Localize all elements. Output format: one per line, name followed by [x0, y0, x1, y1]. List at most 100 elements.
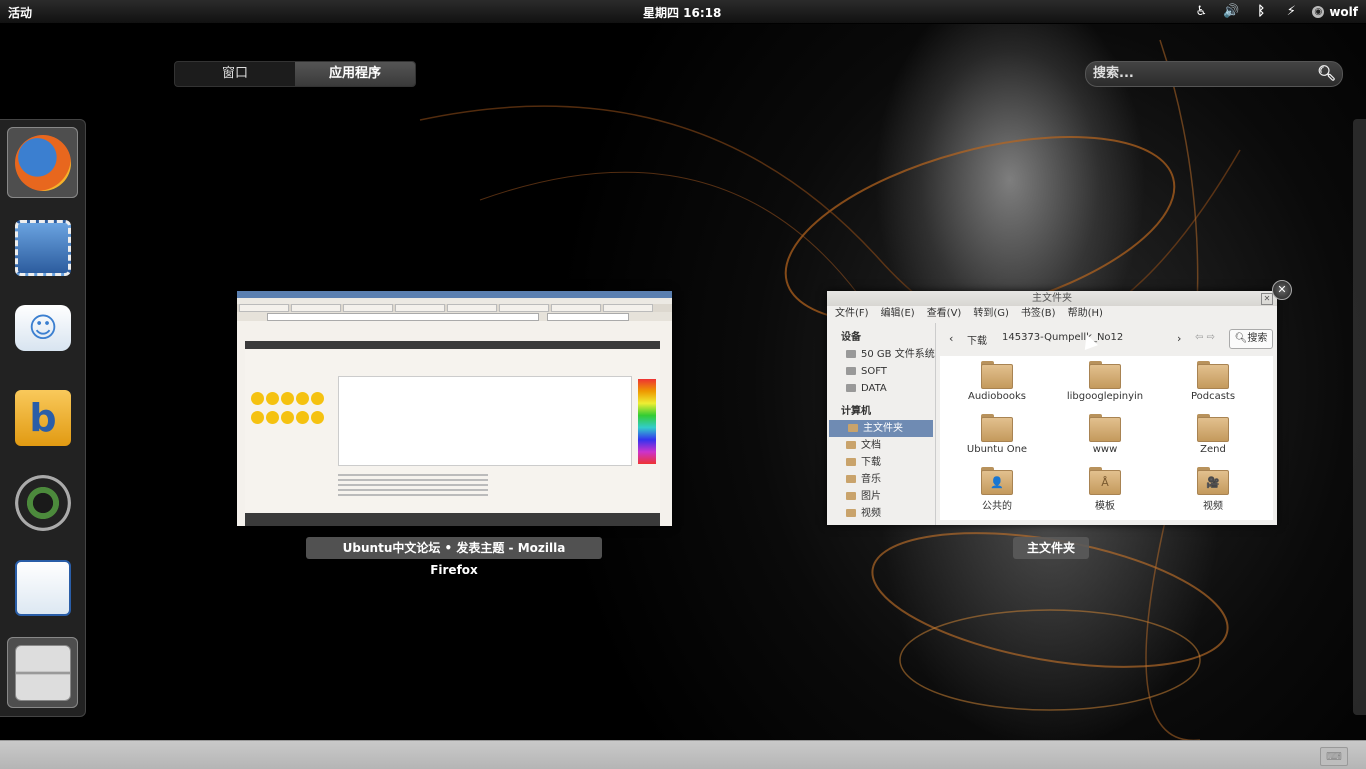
menu-help[interactable]: 帮助(H)	[1068, 306, 1103, 322]
firefox-window-thumbnail[interactable]	[237, 291, 672, 526]
system-tray: ♿ 🔊 ᛒ ⚡ ◉ wolf	[1186, 2, 1359, 21]
nautilus-window-thumbnail[interactable]: 主文件夹 ✕ 文件(F) 编辑(E) 查看(V) 转到(G) 书签(B) 帮助(…	[827, 291, 1277, 525]
tab-windows[interactable]: 窗口	[175, 62, 295, 86]
menu-bookmarks[interactable]: 书签(B)	[1021, 306, 1056, 322]
file-item[interactable]: Audiobooks	[947, 361, 1047, 402]
folder-icon	[846, 458, 856, 466]
sidebar-item-data[interactable]: DATA	[827, 380, 935, 397]
menu-edit[interactable]: 编辑(E)	[881, 306, 915, 322]
clock[interactable]: 星期四 16:18	[643, 4, 721, 21]
file-item[interactable]: Zend	[1163, 414, 1263, 455]
path-crumb-downloads[interactable]: 下载	[967, 332, 987, 347]
user-name: wolf	[1329, 4, 1358, 19]
drive-icon	[846, 384, 856, 392]
workspace-strip[interactable]	[1353, 119, 1366, 715]
nautilus-pathbar: ‹ 下载 145373-Qumpellk_No12 › ⇦ ⇨ 🔍︎搜索	[939, 327, 1273, 351]
file-item[interactable]: libgooglepinyin	[1055, 361, 1155, 402]
chat-bubble-icon: ☺	[15, 305, 71, 351]
search-input[interactable]	[1091, 65, 1315, 82]
search-box: 🔍︎	[1085, 61, 1343, 87]
folder-icon: 🎥	[1197, 467, 1229, 495]
folder-icon: 👤	[981, 467, 1013, 495]
user-menu[interactable]: ◉ wolf	[1312, 5, 1358, 19]
sidebar-item-label: 下载	[861, 457, 881, 468]
tab-applications[interactable]: 应用程序	[295, 62, 415, 86]
sidebar-item-label: 文档	[861, 440, 881, 451]
search-button-label: 搜索	[1247, 333, 1268, 344]
file-item[interactable]: Podcasts	[1163, 361, 1263, 402]
home-folder-icon	[848, 424, 858, 432]
folder-icon: Å	[1089, 467, 1121, 495]
window-close-icon[interactable]: ✕	[1272, 280, 1292, 300]
document-icon	[15, 560, 71, 616]
path-crumb-current[interactable]: 145373-Qumpellk_No12	[1002, 332, 1123, 343]
sidebar-item-filesystem[interactable]: 50 GB 文件系统	[827, 346, 935, 363]
folder-icon	[846, 441, 856, 449]
dash-item-banshee[interactable]: b	[7, 382, 78, 453]
mail-stamp-icon	[15, 220, 71, 276]
file-name: Zend	[1200, 444, 1226, 455]
dash-item-writer[interactable]	[7, 552, 78, 623]
sidebar-item-soft[interactable]: SOFT	[827, 363, 935, 380]
dash-item-evolution[interactable]	[7, 212, 78, 283]
nautilus-sidebar: 设备 50 GB 文件系统 SOFT DATA 计算机 主文件夹 文档 下载 音…	[827, 323, 936, 525]
path-back-icon[interactable]: ‹	[949, 332, 953, 345]
dash-item-firefox[interactable]	[7, 127, 78, 198]
folder-icon	[846, 509, 856, 517]
folder-icon	[981, 361, 1013, 389]
folder-icon	[981, 414, 1013, 442]
file-item[interactable]: Ubuntu One	[947, 414, 1047, 455]
file-cabinet-icon	[15, 645, 71, 701]
sidebar-item-label: 主文件夹	[863, 423, 903, 434]
nautilus-menubar: 文件(F) 编辑(E) 查看(V) 转到(G) 书签(B) 帮助(H)	[827, 306, 1277, 322]
sidebar-item-music[interactable]: 音乐	[827, 471, 935, 488]
dash-item-file-manager[interactable]	[7, 637, 78, 708]
file-item[interactable]: 👤 公共的	[947, 467, 1047, 512]
sidebar-item-documents[interactable]: 文档	[827, 437, 935, 454]
nautilus-file-view: Audiobooks libgooglepinyin Podcasts Ubuntu …	[940, 356, 1273, 520]
folder-icon	[1197, 414, 1229, 442]
sidebar-item-home[interactable]: 主文件夹	[829, 420, 933, 437]
nautilus-window-caption[interactable]: 主文件夹	[1013, 537, 1089, 559]
menu-file[interactable]: 文件(F)	[835, 306, 869, 322]
sidebar-item-downloads[interactable]: 下载	[827, 454, 935, 471]
thumb-titlebar	[237, 291, 672, 298]
nautilus-search-button[interactable]: 🔍︎搜索	[1229, 329, 1273, 349]
search-icon[interactable]: 🔍︎	[1317, 64, 1336, 82]
file-item[interactable]: 🎥 视频	[1163, 467, 1263, 512]
sidebar-header-devices: 设备	[841, 332, 861, 343]
bluetooth-icon[interactable]: ᛒ	[1246, 2, 1276, 21]
menu-go[interactable]: 转到(G)	[973, 306, 1009, 322]
path-forward-icon[interactable]: ›	[1177, 332, 1181, 345]
firefox-window-caption[interactable]: Ubuntu中文论坛 • 发表主题 - Mozilla Firefox	[306, 537, 602, 577]
sidebar-item-pictures[interactable]: 图片	[827, 488, 935, 505]
activities-button[interactable]: 活动	[8, 4, 32, 21]
file-item[interactable]: www	[1055, 414, 1155, 455]
nautilus-close-icon[interactable]: ✕	[1261, 293, 1273, 305]
dash: ☺ b	[0, 119, 86, 717]
file-name: 公共的	[982, 501, 1012, 512]
dash-item-empathy[interactable]: ☺	[7, 297, 78, 368]
accessibility-icon[interactable]: ♿	[1186, 2, 1216, 21]
thumb-page-content	[245, 341, 660, 526]
banshee-icon: b	[15, 390, 71, 446]
folder-icon	[1089, 414, 1121, 442]
sidebar-header-computer: 计算机	[841, 406, 871, 417]
message-tray: ⌨	[0, 740, 1366, 769]
file-name: Audiobooks	[967, 391, 1026, 402]
nav-arrows-icon[interactable]: ⇦ ⇨	[1195, 332, 1215, 343]
nautilus-titlebar: 主文件夹 ✕	[827, 291, 1277, 306]
file-item[interactable]: Å 模板	[1055, 467, 1155, 512]
sidebar-item-videos[interactable]: 视频	[827, 505, 935, 522]
dash-item-cheese[interactable]	[7, 467, 78, 538]
network-icon[interactable]: ⚡	[1276, 2, 1306, 21]
folder-icon	[1197, 361, 1229, 389]
nautilus-title: 主文件夹	[1032, 293, 1072, 304]
volume-icon[interactable]: 🔊	[1216, 2, 1246, 21]
drive-icon	[846, 350, 856, 358]
thumb-tabbar	[237, 304, 672, 312]
menu-view[interactable]: 查看(V)	[927, 306, 962, 322]
file-name: 模板	[1095, 501, 1115, 512]
sidebar-item-label: SOFT	[861, 366, 887, 377]
keyboard-icon[interactable]: ⌨	[1320, 747, 1348, 766]
